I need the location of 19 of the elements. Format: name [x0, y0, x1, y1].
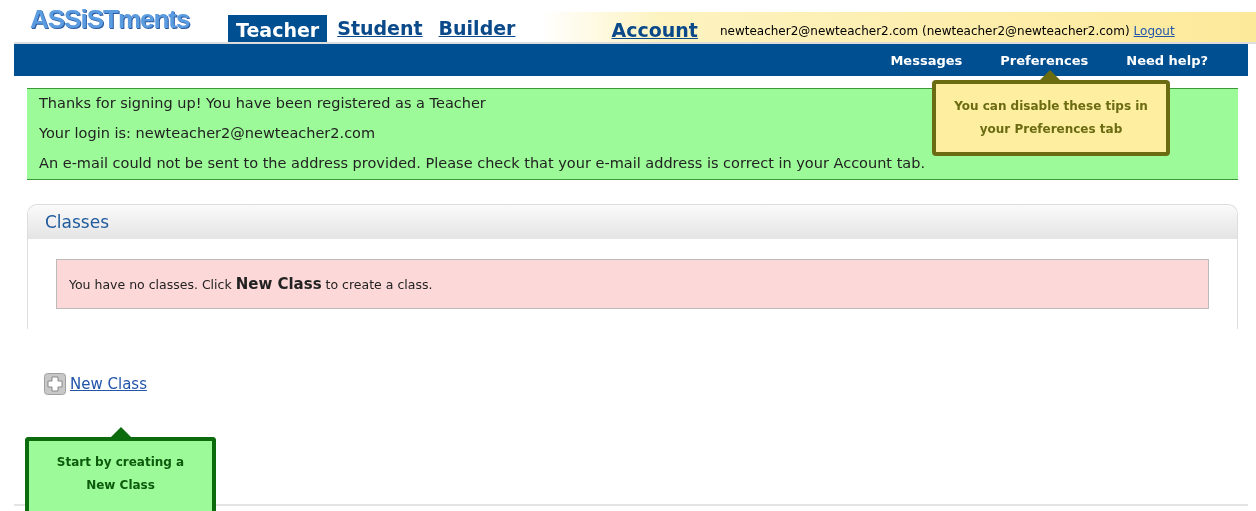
nav-link[interactable]: Need help?	[1126, 52, 1208, 68]
tooltip: You can disable these tips in your Preferences tab	[932, 80, 1170, 156]
notice-text: An e-mail could not be sent to the address provided. Please check that your e-mail address is correct in your Account tab.	[39, 155, 926, 171]
logout-link[interactable]: Logout	[1133, 24, 1175, 38]
logo: ASSiSTments	[30, 4, 191, 35]
new-class-link[interactable]: New Class	[70, 375, 147, 393]
nav-tab[interactable]: Teacher	[228, 15, 328, 42]
empty-message: You have no classes. Click New Class to create a class.	[56, 259, 1209, 309]
nav-tab[interactable]: Builder	[432, 15, 522, 42]
panel-title: Classes	[45, 212, 110, 232]
notice-text: Thanks for signing up! You have been registered as a Teacher	[39, 95, 486, 111]
account-tab[interactable]: Account	[605, 17, 704, 42]
nav-link[interactable]: Preferences	[1000, 52, 1089, 68]
nav-tab[interactable]: Student	[331, 15, 429, 42]
notice-text: Your login is: newteacher2@newteacher2.com	[39, 125, 376, 141]
tooltip: Start by creating a New Class	[25, 437, 216, 511]
nav-link[interactable]: Messages	[890, 52, 963, 68]
add-icon[interactable]	[44, 373, 66, 395]
user-email: newteacher2@newteacher2.com (newteacher2@newteacher2.com)	[719, 24, 1130, 38]
